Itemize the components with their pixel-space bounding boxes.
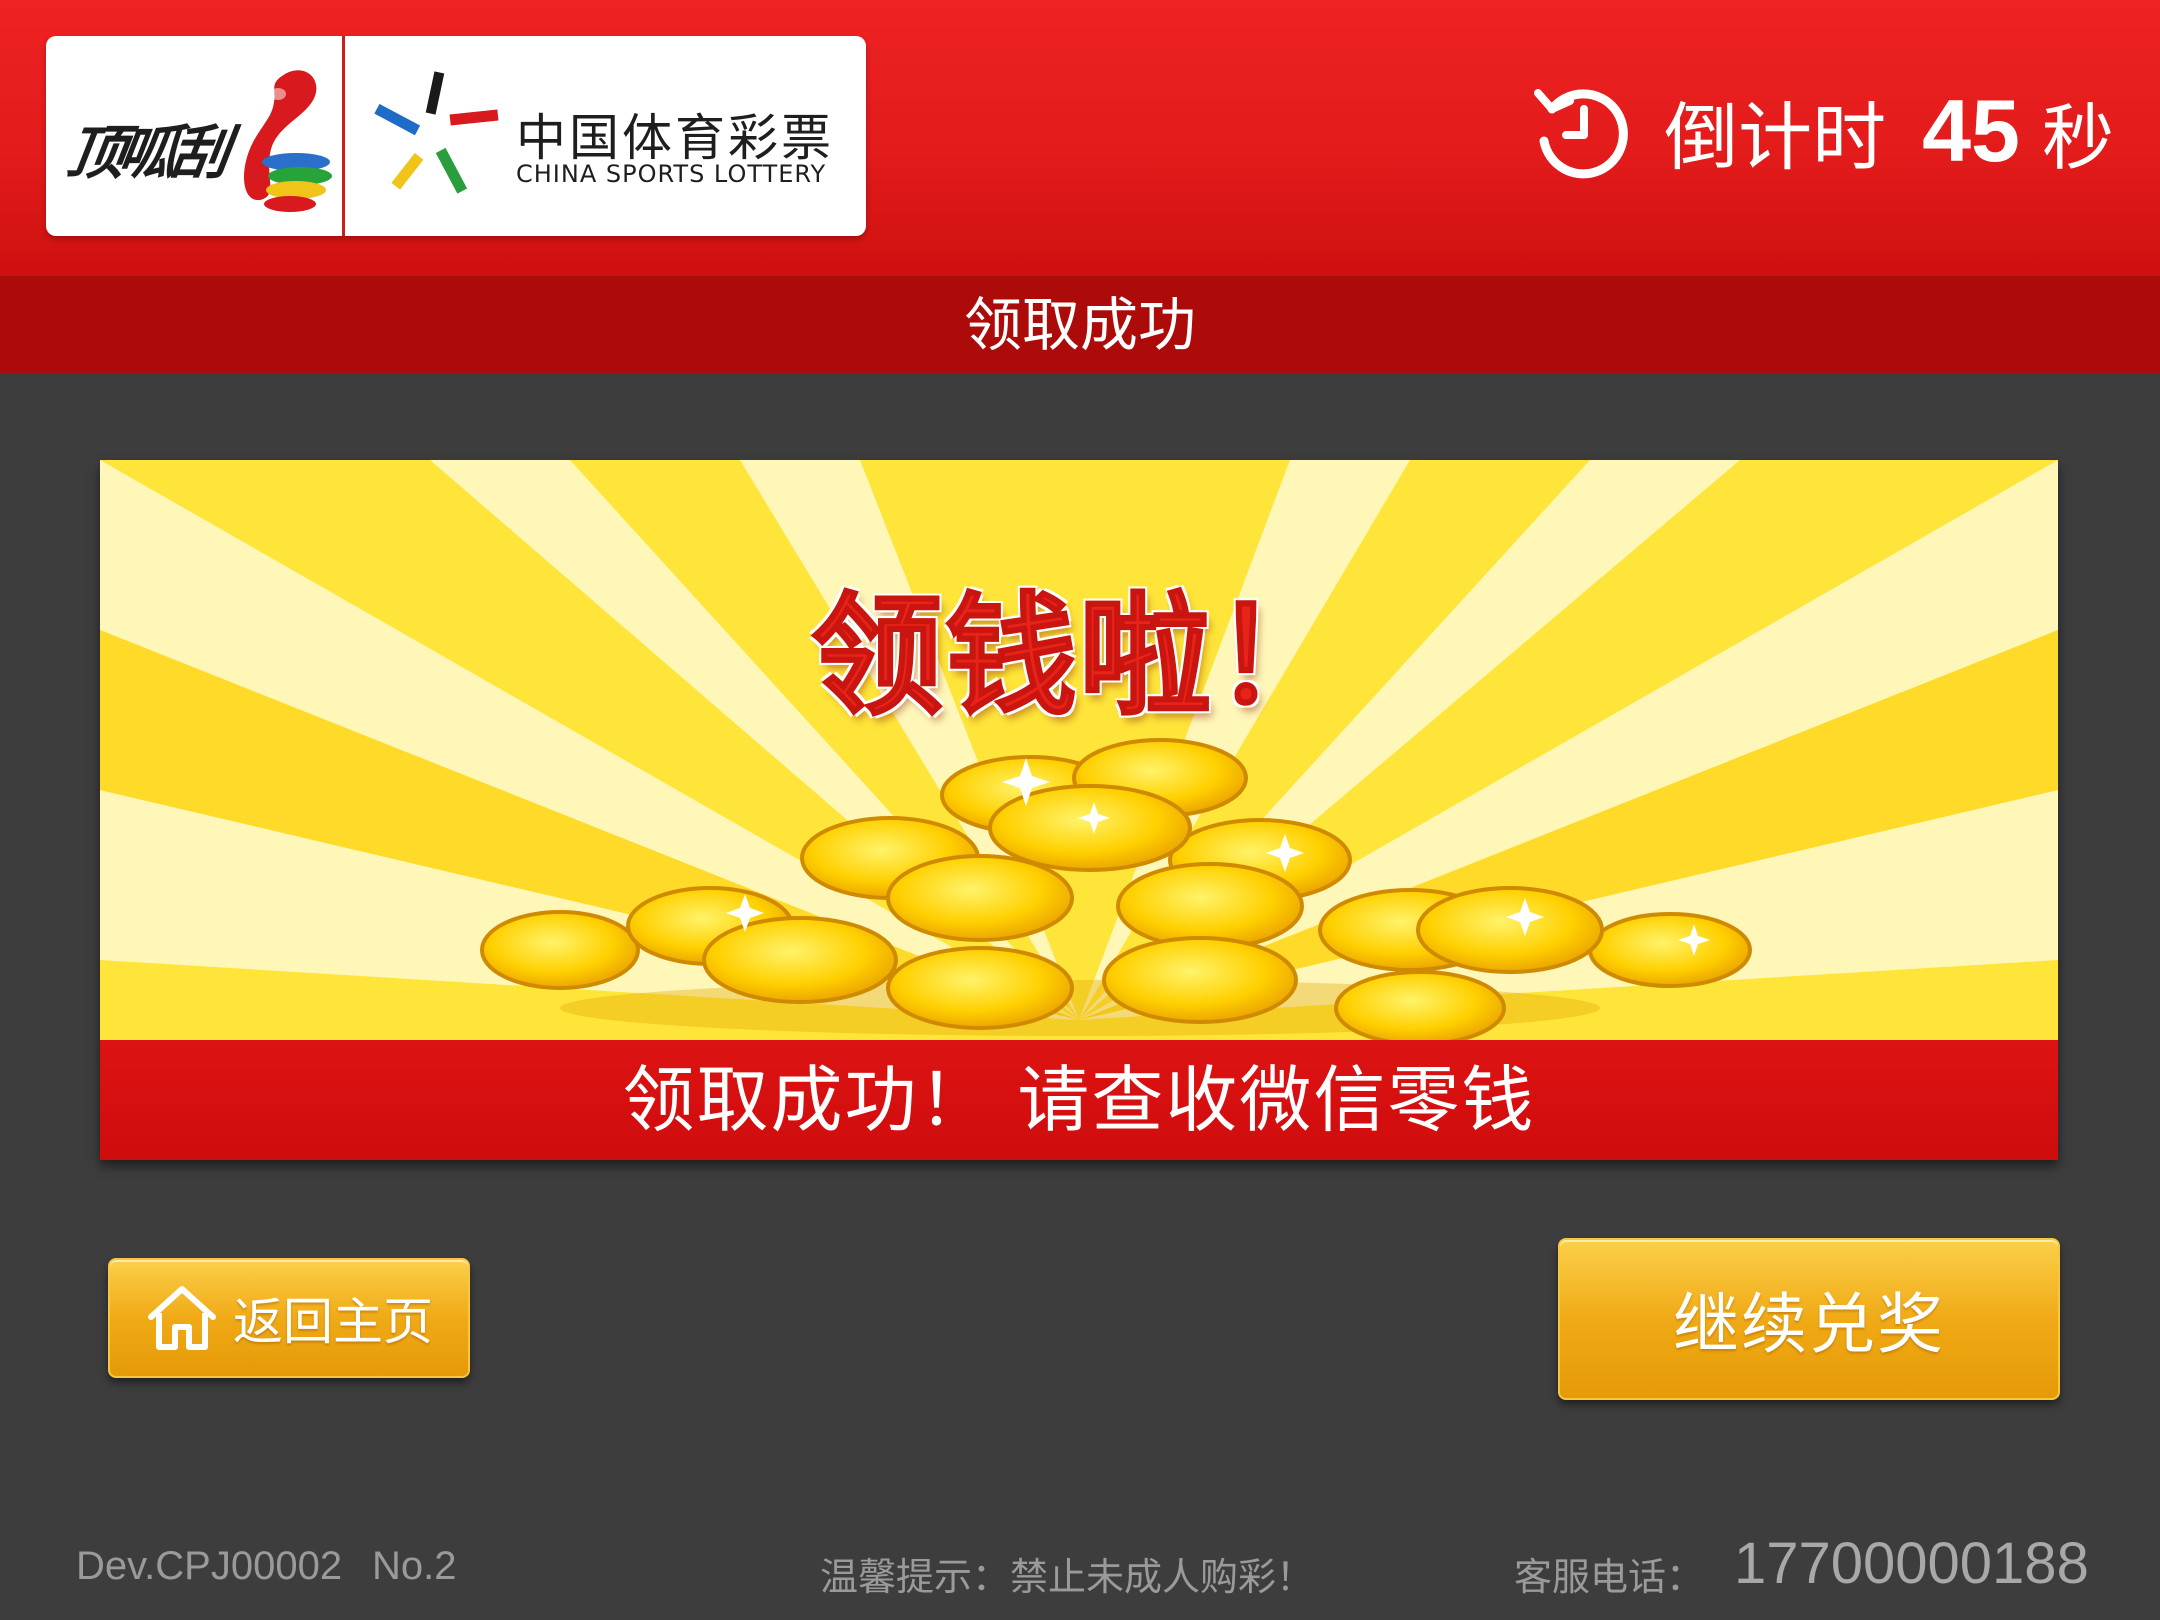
hotline-label: 客服电话：	[1514, 1555, 1705, 1599]
success-message: 领取成功！ 请查收微信零钱	[100, 1040, 2058, 1160]
minor-warning-tip: 温馨提示：禁止未成人购彩！	[820, 1555, 1315, 1599]
timer-unit: 秒	[2041, 95, 2114, 180]
brand-name: 顶呱刮	[62, 119, 229, 187]
continue-redeem-button[interactable]: 继续兑奖	[1558, 1238, 2060, 1400]
success-banner: 领钱啦！ 领取成功！ 请查收微信零钱	[100, 460, 2058, 1160]
timer-label: 倒计时	[1664, 94, 1887, 181]
china-sports-lottery-mark	[374, 71, 499, 194]
page-title: 领取成功	[0, 276, 2160, 374]
countdown-clock-icon	[1534, 89, 1628, 179]
timer-value: 45	[1922, 81, 2020, 180]
home-icon	[148, 1286, 216, 1350]
countdown-timer: 倒计时 45 秒	[1530, 76, 2114, 186]
return-home-label: 返回主页	[233, 1293, 433, 1351]
hotline-number: 17700000188	[1734, 1531, 2089, 1596]
banner-headline: 领钱啦！	[810, 579, 1347, 735]
gold-coin-pile	[480, 738, 1752, 1040]
logo-card: 顶呱刮 中国体育彩票 CHINA SPORTS LOTTERY	[46, 36, 866, 236]
lottery-name-en: CHINA SPORTS LOTTERY	[516, 160, 827, 188]
logo-divider	[342, 36, 345, 236]
device-number: No.2	[372, 1544, 457, 1588]
device-id: Dev.CPJ00002	[76, 1544, 343, 1588]
return-home-button[interactable]: 返回主页	[108, 1258, 470, 1378]
app-header: 顶呱刮 中国体育彩票 CHINA SPORTS LOTTERY 倒计时 45 秒	[0, 0, 2160, 276]
